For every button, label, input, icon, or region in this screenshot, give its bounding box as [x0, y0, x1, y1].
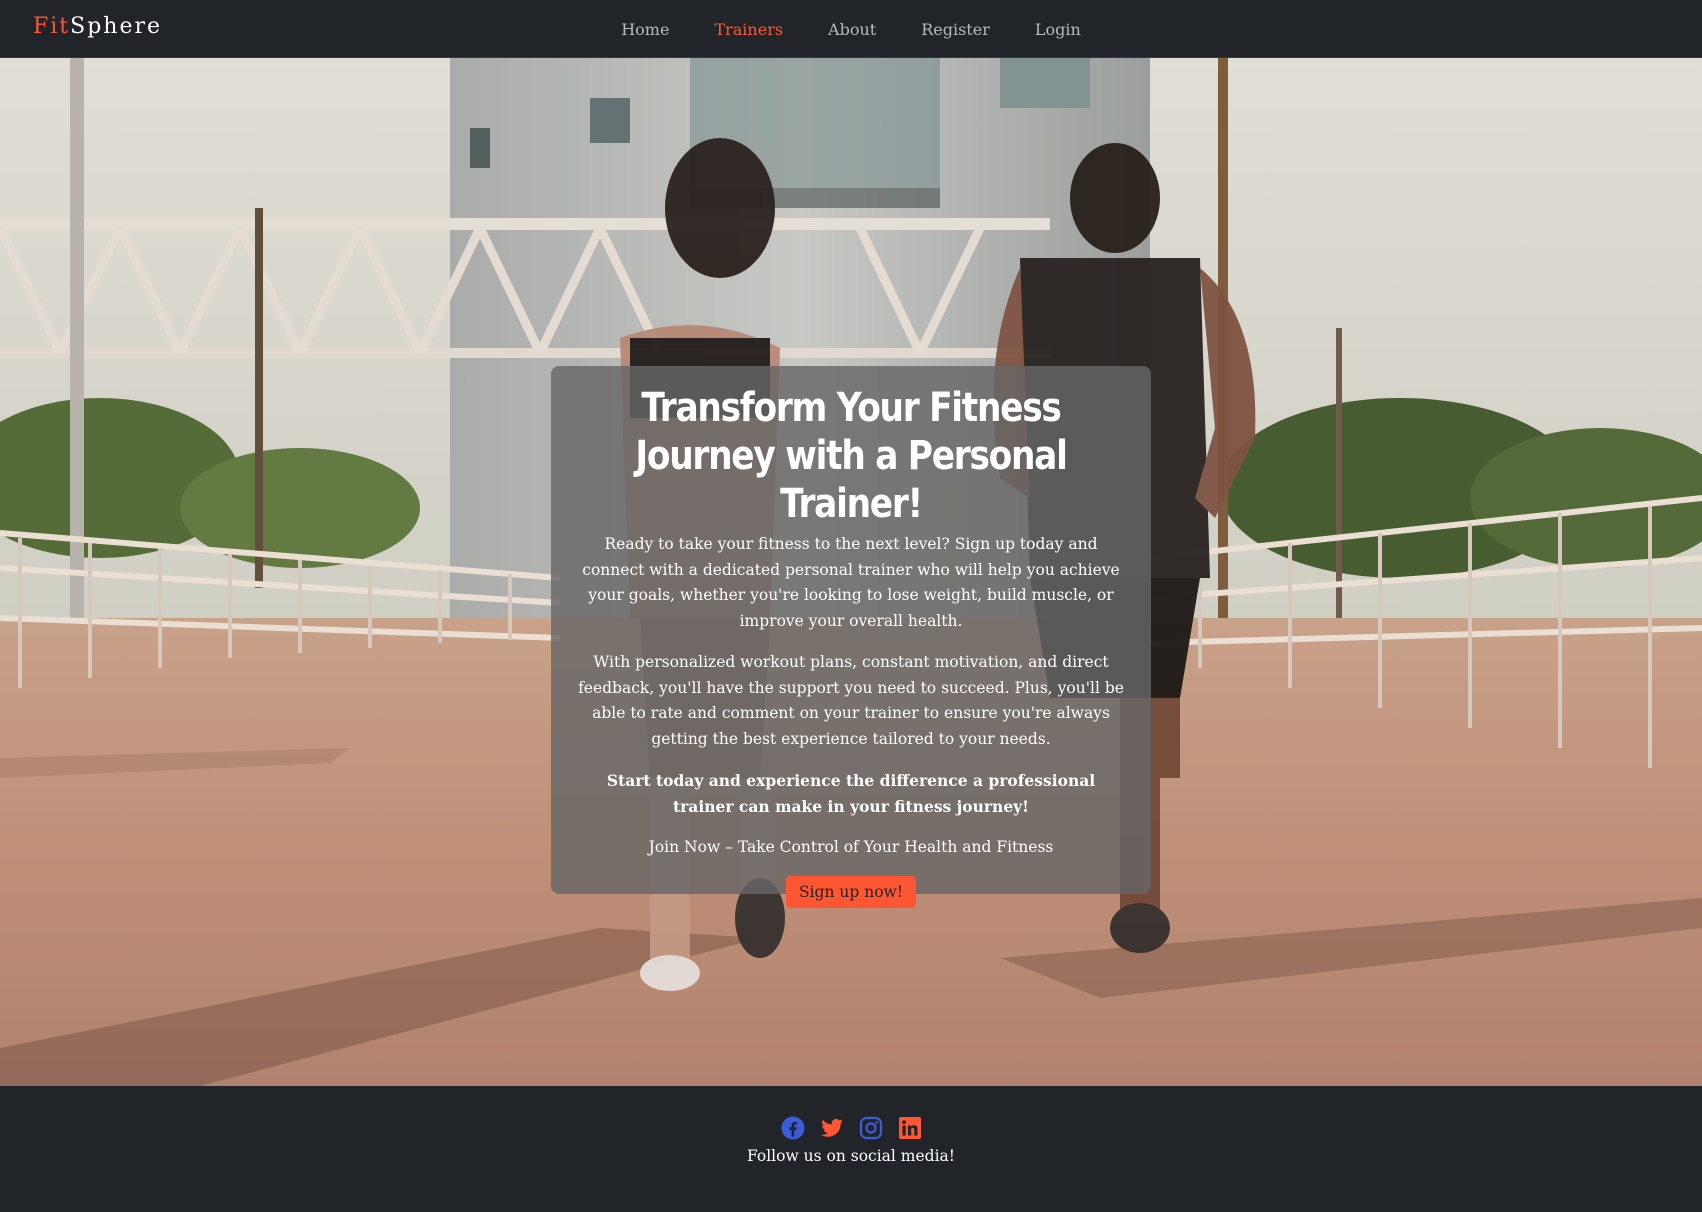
hero-title: Transform Your Fitness Journey with a Pe… [635, 385, 1068, 527]
social-links [0, 1116, 1702, 1140]
linkedin-icon[interactable] [898, 1116, 922, 1140]
nav-link-trainers[interactable]: Trainers [692, 20, 806, 39]
nav-link-login[interactable]: Login [1012, 20, 1103, 39]
hero-paragraph-intro: Ready to take your fitness to the next l… [582, 535, 1120, 630]
hero-join-text: Join Now – Take Control of Your Health a… [648, 838, 1054, 856]
twitter-icon[interactable] [820, 1116, 844, 1140]
facebook-icon[interactable] [781, 1116, 805, 1140]
hero-section: Transform Your Fitness Journey with a Pe… [0, 58, 1702, 1086]
nav-link-register[interactable]: Register [899, 20, 1013, 39]
instagram-icon[interactable] [859, 1116, 883, 1140]
hero-paragraph-cta: Start today and experience the differenc… [606, 771, 1096, 816]
nav-links: Home Trainers About Register Login [0, 0, 1702, 58]
sign-up-button[interactable]: Sign up now! [785, 875, 917, 908]
follow-us-text: Follow us on social media! [746, 1147, 956, 1165]
nav-link-about[interactable]: About [806, 20, 899, 39]
nav-link-home[interactable]: Home [599, 20, 692, 39]
navbar: FitSphere Home Trainers About Register L… [0, 0, 1702, 58]
hero-paragraph-features: With personalized workout plans, constan… [578, 653, 1124, 748]
footer: Follow us on social media! [0, 1086, 1702, 1212]
hero-card: Transform Your Fitness Journey with a Pe… [551, 366, 1151, 908]
